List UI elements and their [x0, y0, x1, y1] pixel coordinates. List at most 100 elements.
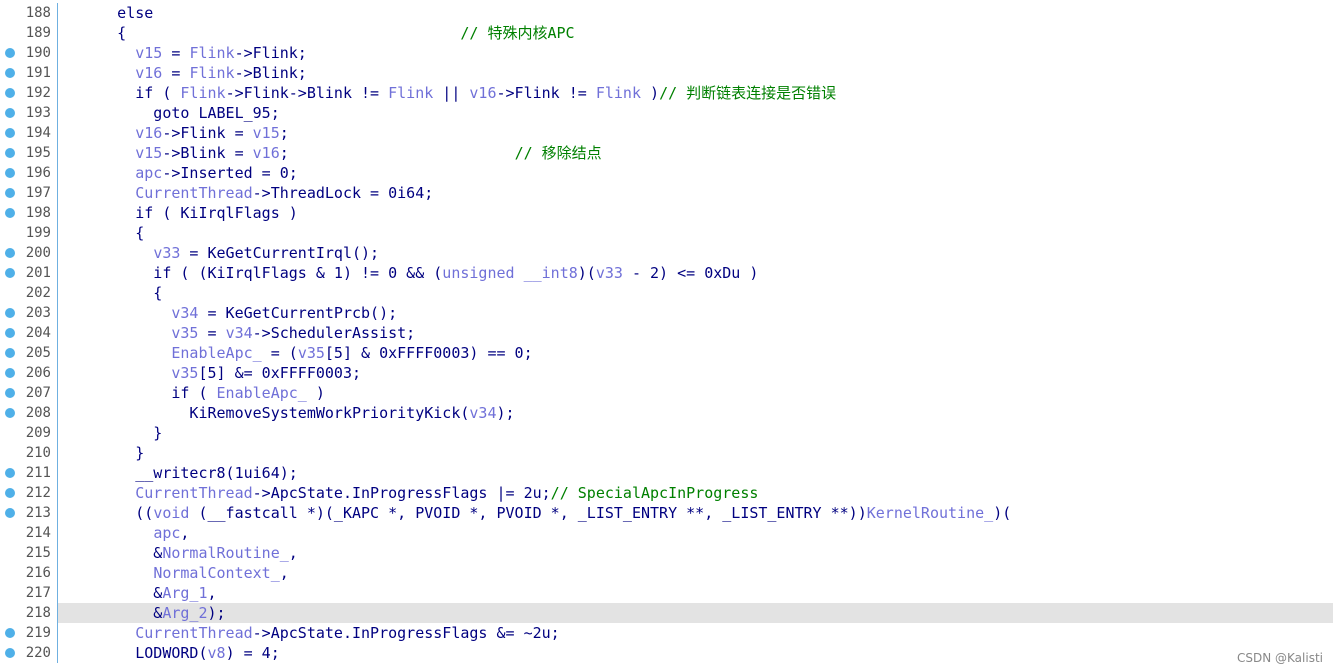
gutter[interactable]: 218	[0, 603, 58, 623]
gutter[interactable]: 208	[0, 403, 58, 423]
gutter[interactable]: 192	[0, 83, 58, 103]
code-line[interactable]: 209 }	[0, 423, 1333, 443]
gutter[interactable]: 189	[0, 23, 58, 43]
gutter[interactable]: 188	[0, 3, 58, 23]
code-text[interactable]: KiRemoveSystemWorkPriorityKick(v34);	[58, 403, 1333, 423]
breakpoint-dot-icon[interactable]	[5, 68, 15, 78]
gutter[interactable]: 212	[0, 483, 58, 503]
code-line[interactable]: 188 else	[0, 3, 1333, 23]
gutter[interactable]: 207	[0, 383, 58, 403]
code-line[interactable]: 219 CurrentThread->ApcState.InProgressFl…	[0, 623, 1333, 643]
code-text[interactable]: __writecr8(1ui64);	[58, 463, 1333, 483]
code-line[interactable]: 200 v33 = KeGetCurrentIrql();	[0, 243, 1333, 263]
breakpoint-dot-icon[interactable]	[5, 128, 15, 138]
gutter[interactable]: 217	[0, 583, 58, 603]
gutter[interactable]: 219	[0, 623, 58, 643]
code-text[interactable]: v35[5] &= 0xFFFF0003;	[58, 363, 1333, 383]
code-line[interactable]: 198 if ( KiIrqlFlags )	[0, 203, 1333, 223]
code-line[interactable]: 201 if ( (KiIrqlFlags & 1) != 0 && (unsi…	[0, 263, 1333, 283]
code-line[interactable]: 193 goto LABEL_95;	[0, 103, 1333, 123]
breakpoint-dot-icon[interactable]	[5, 628, 15, 638]
code-line[interactable]: 199 {	[0, 223, 1333, 243]
code-editor[interactable]: 188 else 189 { // 特殊内核APC 190 v15 = Flink-…	[0, 3, 1333, 663]
code-text[interactable]: LODWORD(v8) = 4;	[58, 643, 1333, 663]
gutter[interactable]: 197	[0, 183, 58, 203]
breakpoint-dot-icon[interactable]	[5, 248, 15, 258]
breakpoint-dot-icon[interactable]	[5, 508, 15, 518]
breakpoint-dot-icon[interactable]	[5, 408, 15, 418]
gutter[interactable]: 202	[0, 283, 58, 303]
code-line[interactable]: 211 __writecr8(1ui64);	[0, 463, 1333, 483]
gutter[interactable]: 203	[0, 303, 58, 323]
code-text[interactable]: v16 = Flink->Blink;	[58, 63, 1333, 83]
code-line[interactable]: 215 &NormalRoutine_,	[0, 543, 1333, 563]
breakpoint-dot-icon[interactable]	[5, 388, 15, 398]
code-text[interactable]: goto LABEL_95;	[58, 103, 1333, 123]
gutter[interactable]: 220	[0, 643, 58, 663]
code-line[interactable]: 191 v16 = Flink->Blink;	[0, 63, 1333, 83]
gutter[interactable]: 205	[0, 343, 58, 363]
gutter[interactable]: 195	[0, 143, 58, 163]
code-text[interactable]: }	[58, 443, 1333, 463]
gutter[interactable]: 196	[0, 163, 58, 183]
gutter[interactable]: 216	[0, 563, 58, 583]
code-line[interactable]: 206 v35[5] &= 0xFFFF0003;	[0, 363, 1333, 383]
breakpoint-dot-icon[interactable]	[5, 328, 15, 338]
code-text[interactable]: CurrentThread->ApcState.InProgressFlags …	[58, 623, 1333, 643]
breakpoint-dot-icon[interactable]	[5, 488, 15, 498]
code-text[interactable]: v34 = KeGetCurrentPrcb();	[58, 303, 1333, 323]
breakpoint-dot-icon[interactable]	[5, 188, 15, 198]
breakpoint-dot-icon[interactable]	[5, 648, 15, 658]
code-text[interactable]: NormalContext_,	[58, 563, 1333, 583]
code-line[interactable]: 218 &Arg_2);	[0, 603, 1333, 623]
gutter[interactable]: 211	[0, 463, 58, 483]
code-text[interactable]: if ( (KiIrqlFlags & 1) != 0 && (unsigned…	[58, 263, 1333, 283]
code-line[interactable]: 192 if ( Flink->Flink->Blink != Flink ||…	[0, 83, 1333, 103]
gutter[interactable]: 210	[0, 443, 58, 463]
code-text[interactable]: &NormalRoutine_,	[58, 543, 1333, 563]
code-text[interactable]: { // 特殊内核APC	[58, 23, 1333, 43]
gutter[interactable]: 206	[0, 363, 58, 383]
code-text[interactable]: CurrentThread->ThreadLock = 0i64;	[58, 183, 1333, 203]
gutter[interactable]: 213	[0, 503, 58, 523]
code-text[interactable]: else	[58, 3, 1333, 23]
breakpoint-dot-icon[interactable]	[5, 468, 15, 478]
gutter[interactable]: 191	[0, 63, 58, 83]
code-line[interactable]: 212 CurrentThread->ApcState.InProgressFl…	[0, 483, 1333, 503]
breakpoint-dot-icon[interactable]	[5, 348, 15, 358]
code-text[interactable]: EnableApc_ = (v35[5] & 0xFFFF0003) == 0;	[58, 343, 1333, 363]
code-text[interactable]: }	[58, 423, 1333, 443]
code-line[interactable]: 204 v35 = v34->SchedulerAssist;	[0, 323, 1333, 343]
code-line[interactable]: 189 { // 特殊内核APC	[0, 23, 1333, 43]
breakpoint-dot-icon[interactable]	[5, 368, 15, 378]
code-text[interactable]: ((void (__fastcall *)(_KAPC *, PVOID *, …	[58, 503, 1333, 523]
code-line[interactable]: 217 &Arg_1,	[0, 583, 1333, 603]
code-text[interactable]: &Arg_2);	[58, 603, 1333, 623]
gutter[interactable]: 209	[0, 423, 58, 443]
code-line[interactable]: 207 if ( EnableApc_ )	[0, 383, 1333, 403]
code-line[interactable]: 195 v15->Blink = v16; // 移除结点	[0, 143, 1333, 163]
code-line[interactable]: 213 ((void (__fastcall *)(_KAPC *, PVOID…	[0, 503, 1333, 523]
gutter[interactable]: 190	[0, 43, 58, 63]
code-text[interactable]: v15 = Flink->Flink;	[58, 43, 1333, 63]
code-text[interactable]: v16->Flink = v15;	[58, 123, 1333, 143]
code-text[interactable]: if ( KiIrqlFlags )	[58, 203, 1333, 223]
code-line[interactable]: 194 v16->Flink = v15;	[0, 123, 1333, 143]
code-text[interactable]: v15->Blink = v16; // 移除结点	[58, 143, 1333, 163]
gutter[interactable]: 194	[0, 123, 58, 143]
gutter[interactable]: 199	[0, 223, 58, 243]
code-text[interactable]: if ( Flink->Flink->Blink != Flink || v16…	[58, 83, 1333, 103]
breakpoint-dot-icon[interactable]	[5, 208, 15, 218]
code-text[interactable]: apc->Inserted = 0;	[58, 163, 1333, 183]
gutter[interactable]: 215	[0, 543, 58, 563]
code-line[interactable]: 208 KiRemoveSystemWorkPriorityKick(v34);	[0, 403, 1333, 423]
code-text[interactable]: v33 = KeGetCurrentIrql();	[58, 243, 1333, 263]
breakpoint-dot-icon[interactable]	[5, 108, 15, 118]
gutter[interactable]: 198	[0, 203, 58, 223]
code-line[interactable]: 203 v34 = KeGetCurrentPrcb();	[0, 303, 1333, 323]
breakpoint-dot-icon[interactable]	[5, 308, 15, 318]
code-text[interactable]: v35 = v34->SchedulerAssist;	[58, 323, 1333, 343]
gutter[interactable]: 193	[0, 103, 58, 123]
code-text[interactable]: apc,	[58, 523, 1333, 543]
breakpoint-dot-icon[interactable]	[5, 148, 15, 158]
